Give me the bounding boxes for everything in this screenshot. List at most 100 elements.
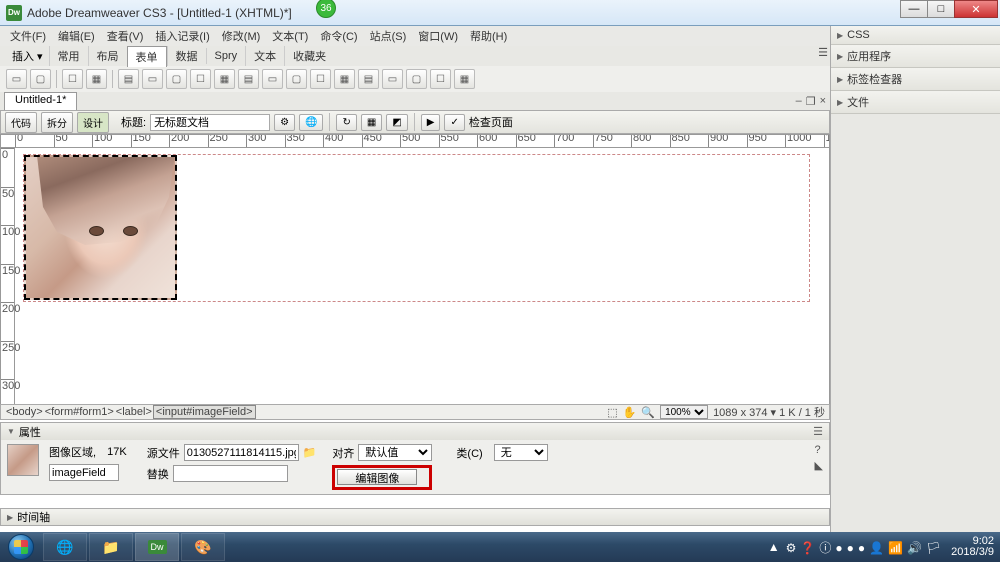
doc-minimize-icon[interactable]: – [796,95,802,107]
validate-icon[interactable]: ▶ [421,114,441,131]
toolbar-menu-icon[interactable]: ☰ [818,46,828,59]
browse-icon[interactable]: 🌐 [299,114,323,131]
panel-group-header[interactable]: 应用程序 [831,45,1000,68]
zoom-tool-icon[interactable]: 🔍 [641,406,655,419]
insert-tool-button[interactable]: ▢ [30,69,51,89]
tag-selector-item[interactable]: <body> [5,406,44,418]
view-split-button[interactable]: 拆分 [41,112,73,133]
taskbar-dreamweaver-icon[interactable]: Dw [135,533,179,561]
insert-tool-button[interactable]: ☐ [430,69,451,89]
insert-tool-button[interactable]: ☐ [310,69,331,89]
refresh-icon[interactable]: ↻ [336,114,356,131]
visual-aids-icon[interactable]: ◩ [386,114,407,131]
insert-tool-button[interactable]: ▦ [334,69,355,89]
zoom-select[interactable]: 100% [660,405,708,419]
tray-icon[interactable]: ⓘ [819,541,831,555]
edit-image-button[interactable]: 编辑图像 [337,469,417,485]
insert-tab[interactable]: 表单 [127,46,167,67]
menu-item[interactable]: 编辑(E) [52,26,101,46]
check-page-label[interactable]: 检查页面 [469,114,513,130]
document-tab[interactable]: Untitled-1* [4,92,77,110]
insert-tab[interactable]: 文本 [245,46,284,66]
insert-tool-button[interactable]: ▭ [382,69,403,89]
doc-restore-icon[interactable]: ❐ [806,95,816,108]
tray-icon[interactable]: ❓ [800,541,815,555]
close-button[interactable]: ✕ [954,0,998,18]
tray-icon[interactable]: ● [847,541,854,555]
help-icon[interactable]: ? [815,444,823,456]
tray-clock[interactable]: 9:022018/3/9 [951,536,994,558]
align-select[interactable]: 默认值 [358,444,432,461]
insert-tool-button[interactable]: ☐ [62,69,83,89]
menu-item[interactable]: 文件(F) [4,26,52,46]
tray-icon[interactable]: ⚙ [786,541,797,555]
class-select[interactable]: 无 [494,444,548,461]
tray-icon[interactable]: ● [858,541,865,555]
properties-header[interactable]: 属性 [19,424,41,440]
timeline-panel[interactable]: 时间轴 [0,508,830,526]
toolbar-icon[interactable]: ⚙ [274,114,295,131]
insert-tab[interactable]: Spry [206,48,246,64]
tag-selector-item[interactable]: <input#imageField> [153,405,256,419]
insert-tool-button[interactable]: ▤ [358,69,379,89]
insert-tab[interactable]: 数据 [167,46,206,66]
view-options-icon[interactable]: ▦ [361,114,382,131]
insert-tab[interactable]: 收藏夹 [284,46,334,66]
insert-tab[interactable]: 常用 [49,46,88,66]
insert-tool-button[interactable]: ▢ [166,69,187,89]
menu-item[interactable]: 站点(S) [364,26,413,46]
alt-input[interactable] [173,465,288,482]
doc-close-icon[interactable]: × [820,95,826,107]
tag-selector-item[interactable]: <form#form1> [44,406,115,418]
view-code-button[interactable]: 代码 [5,112,37,133]
view-design-button[interactable]: 设计 [77,112,109,133]
name-input[interactable] [49,464,119,481]
menu-item[interactable]: 窗口(W) [412,26,464,46]
selected-image-field[interactable] [24,155,177,300]
quick-tag-icon[interactable]: ◣ [815,459,823,472]
maximize-button[interactable]: □ [927,0,955,18]
hand-tool-icon[interactable]: ✋ [623,406,637,419]
design-canvas[interactable]: 050100150200250300 [0,148,830,418]
tray-icon[interactable]: ● [835,541,842,555]
insert-tool-button[interactable]: ☐ [190,69,211,89]
select-tool-icon[interactable]: ⬚ [607,406,617,419]
panel-menu-icon[interactable]: ☰ [813,425,823,438]
insert-tool-button[interactable]: ▢ [406,69,427,89]
insert-tool-button[interactable]: ▭ [262,69,283,89]
tray-up-icon[interactable]: ▲ [768,540,780,554]
taskbar-paint-icon[interactable]: 🎨 [181,533,225,561]
notification-badge[interactable]: 36 [316,0,336,18]
minimize-button[interactable]: — [900,0,928,18]
menu-item[interactable]: 修改(M) [216,26,267,46]
taskbar-ie-icon[interactable]: 🌐 [43,533,87,561]
panel-group-header[interactable]: CSS [831,26,1000,45]
insert-tool-button[interactable]: ▢ [286,69,307,89]
browse-folder-icon[interactable]: 📁 [303,446,317,459]
tray-icon[interactable]: 🏳 [926,541,941,555]
panel-group-header[interactable]: 文件 [831,91,1000,114]
check-icon[interactable]: ✓ [444,114,464,131]
insert-tool-button[interactable]: ▭ [142,69,163,89]
menu-item[interactable]: 帮助(H) [464,26,513,46]
insert-tool-button[interactable]: ▤ [118,69,139,89]
src-input[interactable] [184,444,299,461]
menu-item[interactable]: 查看(V) [101,26,150,46]
taskbar-explorer-icon[interactable]: 📁 [89,533,133,561]
insert-tool-button[interactable]: ▦ [214,69,235,89]
insert-tool-button[interactable]: ▦ [86,69,107,89]
tray-icon[interactable]: 👤 [869,541,884,555]
menu-item[interactable]: 命令(C) [314,26,363,46]
page-title-input[interactable] [150,114,270,131]
panel-group-header[interactable]: 标签检查器 [831,68,1000,91]
menu-item[interactable]: 文本(T) [266,26,314,46]
insert-tab[interactable]: 布局 [88,46,127,66]
tray-icon[interactable]: 📶 [888,541,903,555]
insert-tool-button[interactable]: ▦ [454,69,475,89]
tray-icon[interactable]: 🔊 [907,541,922,555]
tag-selector-item[interactable]: <label> [115,406,153,418]
insert-dropdown[interactable]: 插入 ▾ [6,47,49,65]
start-button[interactable] [0,532,42,562]
insert-tool-button[interactable]: ▭ [6,69,27,89]
insert-tool-button[interactable]: ▤ [238,69,259,89]
